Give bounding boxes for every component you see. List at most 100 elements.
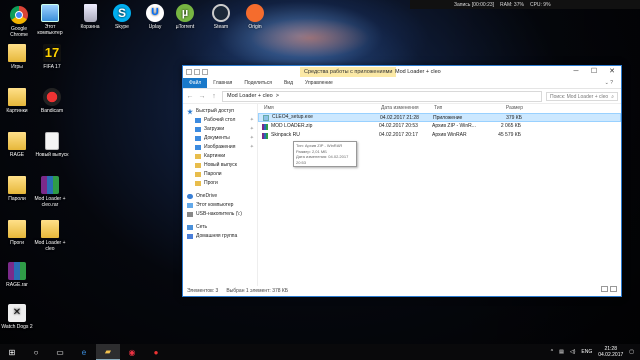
edge-icon[interactable]: e — [72, 344, 96, 360]
nav-item[interactable]: OneDrive — [183, 192, 257, 201]
tab-file[interactable]: Файл — [183, 78, 208, 88]
file-name: CLEO4_setup.exe — [272, 114, 313, 120]
nav-item[interactable]: Новый выпуск — [183, 161, 257, 170]
ribbon-expand-icon[interactable]: ⌄ ? — [597, 80, 621, 86]
desktop-icon-label: Mod Loader + cleo.rar — [34, 196, 66, 208]
close-button[interactable]: ✕ — [603, 66, 621, 78]
start-button[interactable]: ⊞ — [0, 344, 24, 360]
tab-manage[interactable]: Управление — [299, 80, 339, 86]
nav-item-label: Загрузки — [204, 126, 225, 132]
qa-icon[interactable] — [202, 69, 208, 75]
nav-item[interactable]: Загрузки ✦ — [183, 125, 257, 134]
blue-icon — [195, 118, 201, 123]
column-headers: Имя Дата изменения Тип Размер — [258, 103, 621, 113]
desktop-icon[interactable]: Игры — [0, 44, 34, 70]
volume-icon[interactable]: ◁) — [570, 349, 576, 355]
col-size[interactable]: Размер — [487, 103, 523, 113]
bandicam-taskbar-icon[interactable]: ● — [144, 344, 168, 360]
nav-item[interactable]: USB-накопитель (\:) — [183, 210, 257, 219]
desktop-icon[interactable]: Google Chrome — [2, 6, 36, 38]
folder-icon — [41, 220, 59, 238]
tray-arrow-icon[interactable]: ^ — [551, 349, 553, 355]
blue-icon — [195, 136, 201, 141]
nav-item[interactable]: Сеть — [183, 223, 257, 232]
qa-icon[interactable] — [186, 69, 192, 75]
nav-item[interactable]: Картинки — [183, 152, 257, 161]
desktop-icon-label: FIFA 17 — [43, 64, 61, 70]
star-icon — [187, 108, 193, 115]
notifications-icon[interactable]: ▢ — [629, 349, 634, 355]
explorer-taskbar-icon[interactable]: ▰ — [96, 344, 120, 360]
file-row[interactable]: Skinpack RU 04.02.2017 20:17 Архив WinRAR 4… — [258, 131, 621, 140]
desktop-icon[interactable]: µ µTorrent — [168, 4, 202, 30]
search-icon[interactable]: ○ — [24, 344, 48, 360]
nav-item[interactable]: Этот компьютер — [183, 201, 257, 210]
desktop-icon[interactable]: RAGE — [0, 132, 34, 158]
desktop-icon[interactable]: Mod Loader + cleo — [33, 220, 67, 252]
desktop-icon[interactable]: Пароли — [0, 176, 34, 202]
desktop-icon[interactable]: RAGE.rar — [0, 262, 34, 288]
col-name[interactable]: Имя — [264, 103, 381, 113]
tab-view[interactable]: Вид — [278, 80, 299, 86]
fold-icon — [195, 181, 201, 186]
clock[interactable]: 21:28 04.02.2017 — [598, 346, 623, 358]
desktop-icon[interactable]: 17 FIFA 17 — [35, 44, 69, 70]
chrome-taskbar-icon[interactable]: ◉ — [120, 344, 144, 360]
folder-icon — [8, 220, 26, 238]
desktop-icon[interactable]: Этот компьютер — [33, 4, 67, 36]
desktop-icon[interactable]: Новый выпуск — [35, 132, 69, 158]
quick-access-toolbar[interactable] — [186, 69, 208, 75]
status-bar: Элементов: 3 Выбран 1 элемент: 378 КБ — [183, 286, 621, 296]
desktop-icon[interactable]: Bandicam — [35, 88, 69, 114]
up-icon[interactable]: ↑ — [210, 93, 218, 100]
nav-item[interactable]: Быстрый доступ — [183, 107, 257, 116]
tiles-view-icon[interactable] — [610, 286, 617, 292]
minimize-button[interactable]: ─ — [567, 66, 585, 78]
address-chevron[interactable]: > — [276, 92, 279, 101]
tab-home[interactable]: Главная — [207, 80, 238, 86]
desktop-icon[interactable]: U Uplay — [138, 4, 172, 30]
desktop-icon-label: RAGE.rar — [6, 282, 28, 288]
language-indicator[interactable]: ENG — [581, 349, 592, 355]
network-icon[interactable]: ▤ — [559, 349, 564, 355]
nav-item[interactable]: Домашняя группа — [183, 232, 257, 241]
nav-item[interactable]: Документы ✦ — [183, 134, 257, 143]
search-input[interactable]: Поиск: Mod Loader + cleo ⌕ — [546, 91, 618, 101]
desktop-icon[interactable]: Картинки — [0, 88, 34, 114]
maximize-button[interactable]: ☐ — [585, 66, 603, 78]
forward-icon[interactable]: → — [198, 93, 206, 100]
file-row[interactable]: CLEO4_setup.exe 04.02.2017 21:28 Приложени… — [258, 113, 621, 122]
nav-item[interactable]: Пароли — [183, 170, 257, 179]
back-icon[interactable]: ← — [186, 93, 194, 100]
address-path[interactable]: Mod Loader + cleo — [227, 92, 273, 101]
nav-item[interactable]: Проги — [183, 179, 257, 188]
desktop-icon[interactable]: S Skype — [105, 4, 139, 30]
qa-icon[interactable] — [194, 69, 200, 75]
desktop-icon-label: µTorrent — [175, 24, 195, 30]
desktop-icon[interactable]: Проги — [0, 220, 34, 246]
col-date[interactable]: Дата изменения — [381, 103, 434, 113]
col-type[interactable]: Тип — [434, 103, 487, 113]
usb-icon — [187, 212, 193, 217]
file-size: 379 КБ — [506, 115, 522, 121]
file-name: Skinpack RU — [271, 132, 300, 138]
status-count: Элементов: 3 — [187, 288, 219, 294]
desktop-icon[interactable]: ✕ Watch Dogs 2 — [0, 304, 34, 330]
fold-icon — [195, 172, 201, 177]
address-bar[interactable]: Mod Loader + cleo > — [222, 90, 542, 102]
file-date: 04.02.2017 21:28 — [380, 115, 419, 121]
desktop-icon[interactable]: Steam — [204, 4, 238, 30]
rar-file-icon — [262, 132, 268, 139]
desktop-icon[interactable]: Mod Loader + cleo.rar — [33, 176, 67, 208]
details-view-icon[interactable] — [601, 286, 608, 292]
desktop-icon-label: Origin — [248, 24, 262, 30]
nav-item[interactable]: Изображения ✦ — [183, 143, 257, 152]
nav-item[interactable]: Рабочий стол ✦ — [183, 116, 257, 125]
file-row[interactable]: MOD LOADER.zip 04.02.2017 20:53 Архив ZIP … — [258, 122, 621, 131]
file-name-cell: Skinpack RU — [262, 131, 379, 140]
context-tab[interactable]: Средства работы с приложениями — [300, 67, 397, 77]
desktop-icon[interactable]: Origin — [238, 4, 272, 30]
desktop-icon[interactable]: Корзина — [73, 4, 107, 30]
task-view-icon[interactable]: ▭ — [48, 344, 72, 360]
tab-share[interactable]: Поделиться — [238, 80, 278, 86]
